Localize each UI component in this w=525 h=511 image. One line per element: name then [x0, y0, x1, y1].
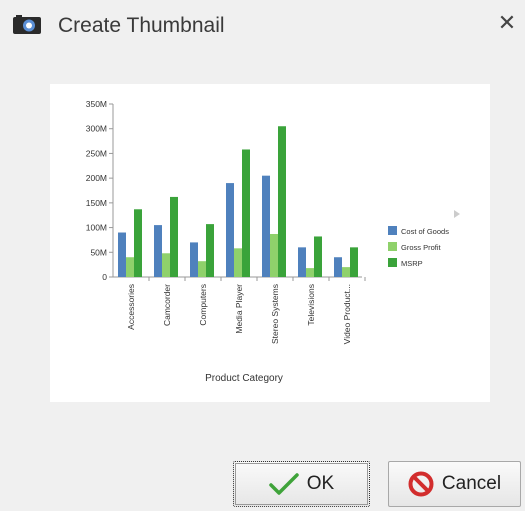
bar-msrp — [134, 209, 142, 277]
ok-button[interactable]: OK — [233, 461, 370, 507]
bar-gross-profit — [342, 267, 350, 277]
x-axis-title: Product Category — [205, 373, 283, 384]
x-tick-label: Stereo Systems — [270, 284, 280, 344]
bar-msrp — [314, 236, 322, 277]
bar-msrp — [242, 149, 250, 277]
ok-label: OK — [306, 473, 335, 494]
y-tick-label: 300M — [86, 124, 107, 134]
bar-cost-of-goods — [334, 257, 342, 277]
x-tick-label: Camcorder — [162, 284, 172, 326]
bar-gross-profit — [162, 253, 170, 277]
bar-msrp — [170, 196, 178, 277]
x-tick-label: Media Player — [234, 284, 244, 334]
legend-scroll-arrow-icon — [454, 210, 460, 218]
chart-panel: 0 50M 100M 150M 200M 250M 300M 350M Accessories C… — [50, 84, 490, 402]
y-tick-label: 100M — [86, 223, 107, 233]
checkmark-icon — [269, 473, 299, 495]
camera-icon — [13, 15, 41, 34]
bar-msrp — [278, 126, 286, 277]
dialog-title: Create Thumbnail — [58, 14, 225, 37]
x-tick-label: Televisions — [306, 284, 316, 326]
bar-cost-of-goods — [154, 225, 162, 277]
y-tick-label: 250M — [86, 148, 107, 158]
legend-label: Cost of Goods — [401, 227, 449, 236]
bar-gross-profit — [198, 261, 206, 277]
bar-gross-profit — [270, 233, 278, 277]
legend-label: MSRP — [401, 259, 423, 268]
x-tick-label: Computers — [198, 284, 208, 326]
bar-cost-of-goods — [298, 247, 306, 277]
legend-swatch — [388, 226, 397, 235]
cancel-label: Cancel — [441, 473, 502, 494]
bar-cost-of-goods — [118, 232, 126, 277]
bar-gross-profit — [126, 257, 134, 277]
bar-cost-of-goods — [190, 242, 198, 277]
bar-chart: 0 50M 100M 150M 200M 250M 300M 350M Accessories C… — [86, 99, 460, 384]
bar-cost-of-goods — [226, 183, 234, 277]
bar-msrp — [350, 247, 358, 277]
bar-gross-profit — [234, 248, 242, 277]
bar-msrp — [206, 224, 214, 277]
legend-swatch — [388, 258, 397, 267]
legend-swatch — [388, 242, 397, 251]
y-tick-label: 0 — [102, 272, 107, 282]
bar-gross-profit — [306, 268, 314, 277]
cancel-button[interactable]: Cancel — [388, 461, 521, 507]
close-icon[interactable]: ✕ — [496, 13, 518, 35]
prohibited-icon — [408, 471, 434, 497]
y-tick-label: 350M — [86, 99, 107, 109]
x-tick-label: Accessories — [126, 284, 136, 330]
y-tick-label: 50M — [90, 247, 107, 257]
y-tick-label: 200M — [86, 173, 107, 183]
title-bar: Create Thumbnail ✕ — [0, 0, 525, 52]
y-tick-label: 150M — [86, 198, 107, 208]
x-tick-label: Video Product... — [342, 284, 352, 344]
bar-cost-of-goods — [262, 175, 270, 277]
legend-label: Gross Profit — [401, 243, 442, 252]
